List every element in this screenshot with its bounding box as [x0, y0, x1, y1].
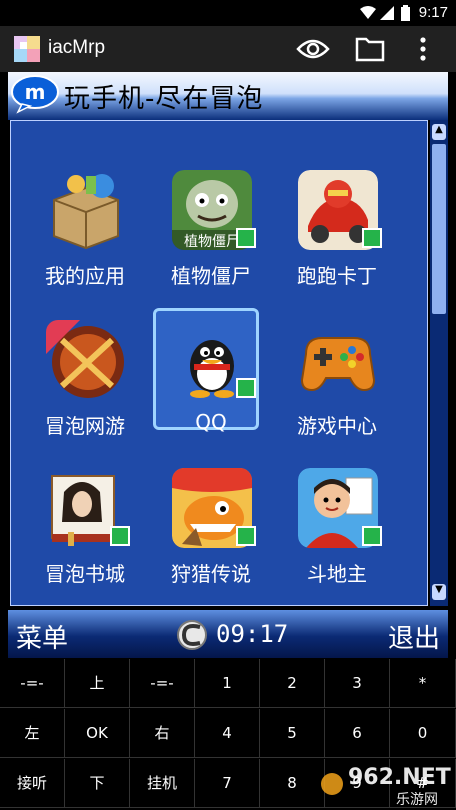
app-label: 冒泡网游 — [45, 414, 125, 438]
app-bookstore[interactable]: 冒泡书城 — [30, 446, 140, 586]
scrollbar-thumb[interactable] — [432, 144, 446, 314]
app-hunting[interactable]: 狩猎传说 — [156, 446, 266, 586]
download-badge-icon — [110, 526, 130, 546]
app-label: QQ — [195, 410, 227, 434]
app-kart[interactable]: 跑跑卡丁 — [282, 148, 392, 288]
watermark-brand: 962.NET — [348, 765, 451, 790]
key-6[interactable]: 6 — [325, 709, 390, 758]
app-game-center[interactable]: 游戏中心 — [282, 298, 392, 438]
download-badge-icon — [362, 526, 382, 546]
menu-softkey[interactable]: 菜单 — [16, 618, 68, 655]
key-ok[interactable]: OK — [65, 709, 130, 758]
key-7[interactable]: 7 — [195, 759, 260, 808]
app-title: iacMrp — [48, 37, 106, 58]
header-banner: m 玩手机-尽在冒泡 — [8, 72, 448, 120]
key-4[interactable]: 4 — [195, 709, 260, 758]
app-qq[interactable]: QQ — [153, 298, 266, 434]
eye-icon[interactable] — [296, 37, 330, 61]
soft-key-bar: 菜单 09:17 退出 — [8, 610, 448, 658]
signal-icon — [380, 6, 394, 20]
app-landlord[interactable]: 斗地主 — [282, 446, 392, 586]
svg-text:m: m — [25, 80, 46, 104]
download-badge-icon — [236, 228, 256, 248]
key-star[interactable]: * — [390, 659, 456, 708]
app-online-games[interactable]: 冒泡网游 — [30, 298, 140, 438]
app-label: 植物僵尸 — [171, 264, 251, 288]
emulator-screen: m 玩手机-尽在冒泡 ▲ ▼ 我的应用 植物僵尸 植物僵尸 跑跑卡丁 冒泡网游 … — [0, 72, 456, 659]
online-game-icon — [46, 320, 124, 398]
app-label: 我的应用 — [45, 264, 125, 288]
scroll-down-icon[interactable]: ▼ — [432, 584, 446, 600]
clock-icon — [177, 620, 207, 650]
battery-icon — [401, 5, 410, 21]
key-answer[interactable]: 接听 — [0, 759, 65, 808]
key-left[interactable]: 左 — [0, 709, 65, 758]
screen-clock: 09:17 — [216, 620, 289, 648]
key-1[interactable]: 1 — [195, 659, 260, 708]
folder-icon[interactable] — [355, 36, 385, 62]
scroll-up-icon[interactable]: ▲ — [432, 124, 446, 140]
key-0[interactable]: 0 — [390, 709, 456, 758]
key-5[interactable]: 5 — [260, 709, 325, 758]
key-right[interactable]: 右 — [130, 709, 195, 758]
maopao-logo-icon: m — [11, 75, 59, 114]
app-pvz[interactable]: 植物僵尸 植物僵尸 — [156, 148, 266, 288]
key-up[interactable]: 上 — [65, 659, 130, 708]
key-left-soft[interactable]: -=- — [0, 659, 65, 708]
app-logo-icon — [14, 36, 40, 62]
app-label: 冒泡书城 — [45, 562, 125, 586]
key-hangup[interactable]: 挂机 — [130, 759, 195, 808]
app-my-apps[interactable]: 我的应用 — [30, 148, 140, 288]
download-badge-icon — [362, 228, 382, 248]
key-down[interactable]: 下 — [65, 759, 130, 808]
pvz-icon-text: 植物僵尸 — [184, 234, 240, 250]
watermark-logo: 962.NET 乐游网 — [321, 765, 451, 808]
app-bar: iacMrp — [0, 26, 456, 72]
download-badge-icon — [236, 526, 256, 546]
status-time: 9:17 — [418, 4, 448, 21]
key-8[interactable]: 8 — [260, 759, 325, 808]
app-label: 游戏中心 — [297, 414, 377, 438]
status-bar: 9:17 — [0, 0, 456, 26]
download-badge-icon — [236, 378, 256, 398]
more-vert-icon[interactable] — [418, 36, 428, 62]
watermark-subtitle: 乐游网 — [396, 792, 438, 808]
gamepad-icon — [300, 337, 376, 392]
app-label: 跑跑卡丁 — [297, 264, 377, 288]
wifi-icon — [360, 6, 376, 19]
app-label: 狩猎传说 — [171, 562, 251, 586]
key-right-soft[interactable]: -=- — [130, 659, 195, 708]
box-icon — [53, 174, 119, 250]
app-label: 斗地主 — [307, 562, 367, 586]
exit-softkey[interactable]: 退出 — [388, 618, 440, 655]
key-3[interactable]: 3 — [325, 659, 390, 708]
key-2[interactable]: 2 — [260, 659, 325, 708]
header-title: 玩手机-尽在冒泡 — [64, 84, 264, 114]
